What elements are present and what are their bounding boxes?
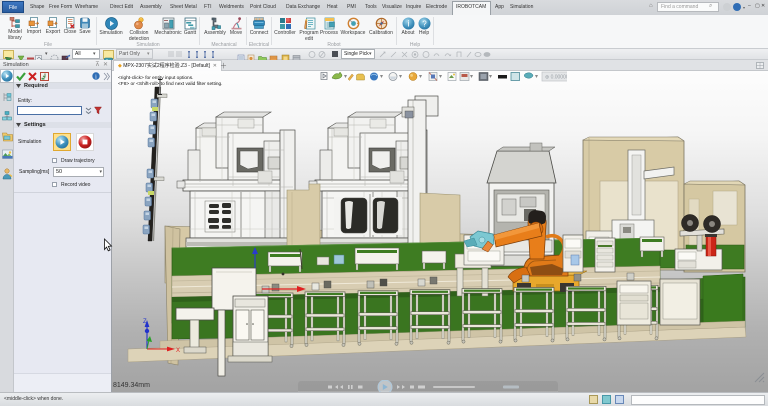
- svg-text:▾: ▾: [439, 74, 442, 80]
- svg-text:▾: ▾: [344, 74, 347, 80]
- svg-text:i: i: [407, 19, 409, 29]
- svg-text:⊕ 0.00000: ⊕ 0.00000: [545, 75, 567, 81]
- svg-text:▾: ▾: [489, 74, 492, 80]
- svg-text:X: X: [176, 348, 180, 354]
- svg-text:▾: ▾: [380, 74, 383, 80]
- svg-text:Z: Z: [143, 319, 147, 325]
- svg-text:▾: ▾: [535, 74, 538, 80]
- svg-text:?: ?: [422, 19, 427, 28]
- svg-text:▾: ▾: [399, 74, 402, 80]
- svg-text:▾: ▾: [470, 74, 473, 80]
- svg-text:▾: ▾: [419, 74, 422, 80]
